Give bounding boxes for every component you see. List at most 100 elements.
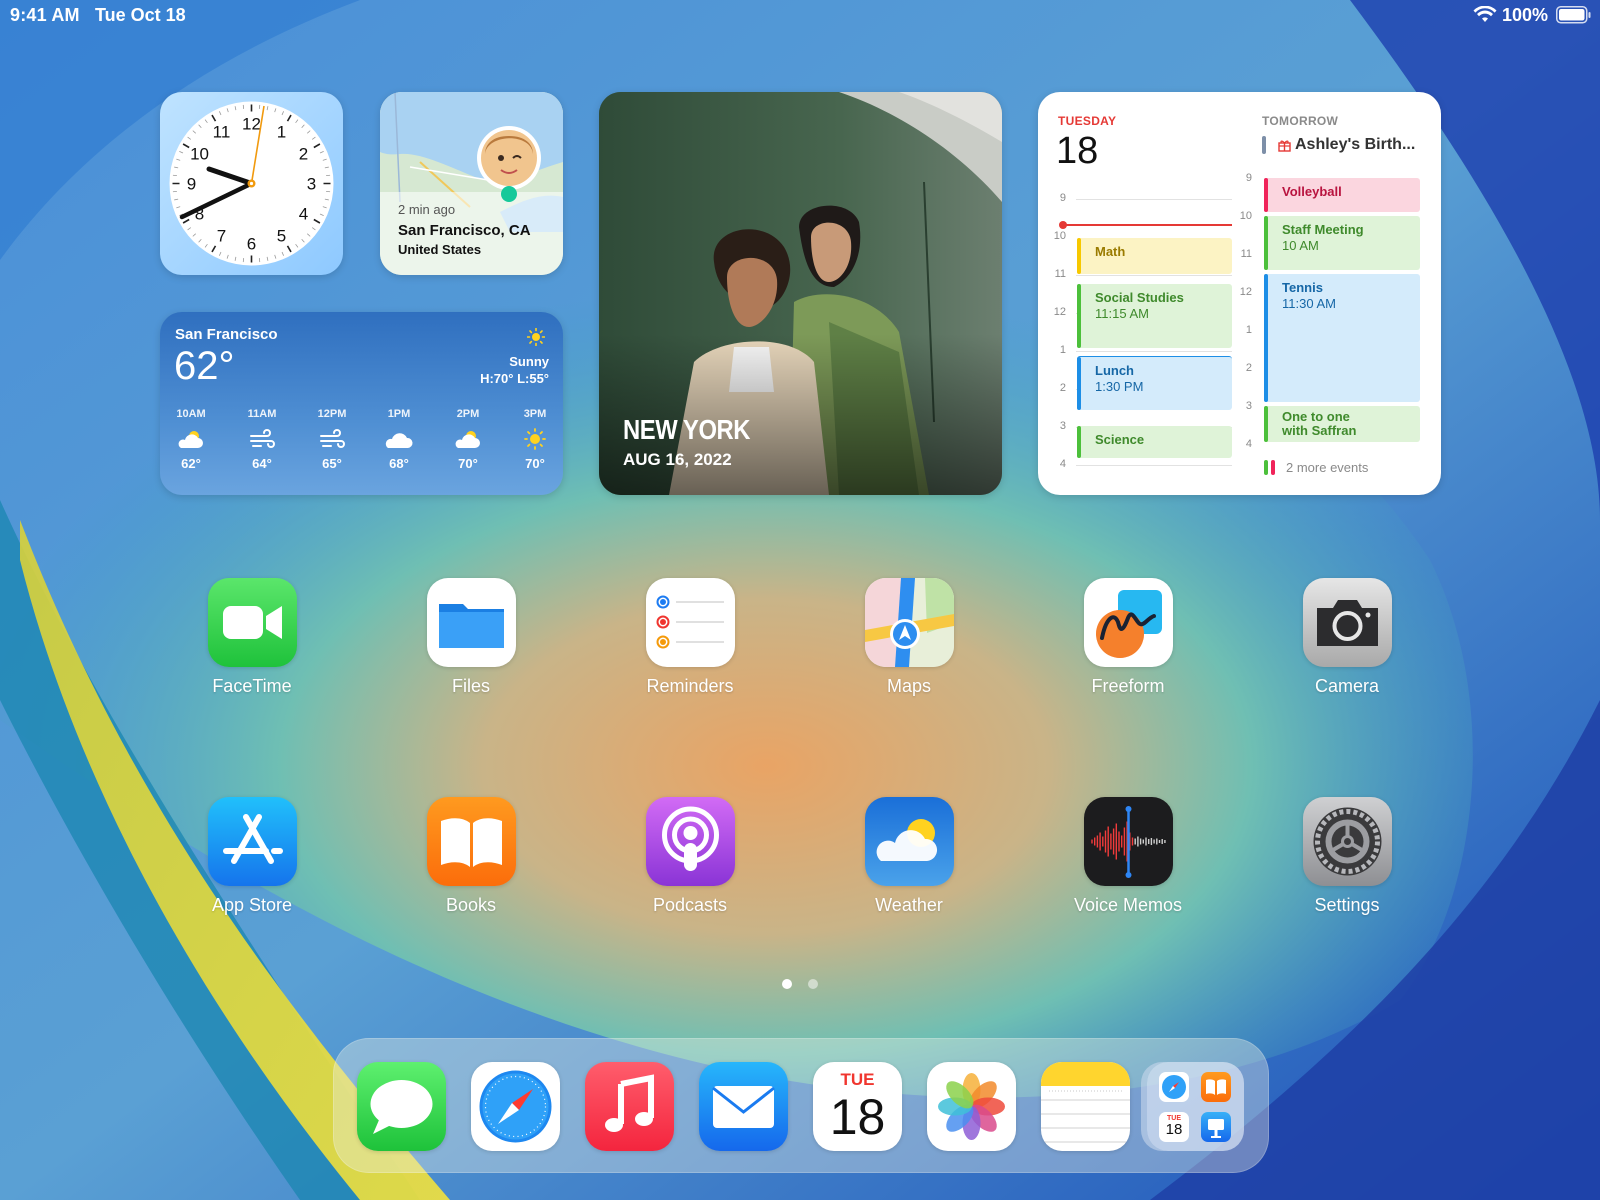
app-label: Freeform (1091, 676, 1165, 696)
weather-temperature: 62° (174, 344, 235, 388)
app-label: Maps (886, 676, 931, 696)
calendar-event[interactable]: One to one with Saffran (1264, 406, 1420, 442)
safari-icon (479, 1070, 552, 1143)
weather-high-low: H:70° L:55° (480, 371, 549, 386)
calendar-event[interactable]: Staff Meeting 10 AM (1264, 216, 1420, 270)
app-maps[interactable]: Maps (849, 578, 969, 697)
calendar-icon: TUE 18 (1159, 1112, 1189, 1142)
dock-safari[interactable] (471, 1062, 560, 1151)
calendar-event[interactable]: Science (1077, 426, 1232, 458)
hour-gridline (1076, 199, 1232, 200)
hour-label: 3 (1059, 420, 1066, 432)
weather-condition: Sunny (509, 354, 549, 369)
app-store-icon (207, 797, 297, 886)
hour-label: 10 (1053, 230, 1066, 242)
calendar-event[interactable]: Social Studies 11:15 AM (1077, 284, 1232, 348)
page-dot-active[interactable] (782, 979, 792, 989)
app-reminders[interactable]: Reminders (630, 578, 750, 697)
photo-date: AUG 16, 2022 (623, 450, 732, 469)
dock-recent-apps[interactable]: TUE 18 (1147, 1062, 1244, 1151)
battery-icon (1556, 6, 1591, 24)
books-icon (1201, 1072, 1231, 1102)
app-label: App Store (211, 895, 293, 915)
more-events-bar (1264, 460, 1268, 475)
all-day-event[interactable]: Ashley's Birth... (1295, 136, 1415, 154)
wind-icon (320, 429, 345, 448)
app-label: Books (445, 895, 497, 915)
files-icon (426, 578, 516, 667)
hour-label: 10 (1239, 210, 1252, 222)
find-my-widget[interactable]: 2 min ago San Francisco, CA United State… (380, 92, 563, 275)
last-seen-time: 2 min ago (398, 202, 456, 217)
clock-number: 10 (190, 145, 209, 164)
notes-icon (1041, 1062, 1130, 1143)
keynote-icon (1201, 1112, 1231, 1142)
clock-number: 5 (277, 226, 286, 245)
status-bar: 9:41 AM Tue Oct 18 100% (0, 0, 1600, 30)
wind-icon (250, 429, 275, 448)
calendar-app-date: 18 (829, 1089, 886, 1145)
hour-label: 1 (1245, 324, 1252, 336)
app-freeform[interactable]: Freeform (1068, 578, 1188, 697)
clock-number: 11 (213, 123, 231, 142)
app-books[interactable]: Books (411, 797, 531, 916)
dock-calendar[interactable]: TUE 18 (813, 1062, 902, 1151)
app-voice-memos[interactable]: Voice Memos (1068, 797, 1188, 916)
hour-label: 11 (1240, 248, 1252, 260)
calendar-event[interactable]: Volleyball (1264, 178, 1420, 212)
dock-messages[interactable] (357, 1062, 446, 1151)
app-podcasts[interactable]: Podcasts (630, 797, 750, 916)
dock-music[interactable] (585, 1062, 674, 1151)
cloud-icon (385, 433, 413, 448)
hour-label: 9 (1059, 192, 1066, 204)
page-dot[interactable] (808, 979, 818, 989)
app-label: Settings (1314, 895, 1380, 915)
forecast-hour: 11AM 64° (247, 408, 277, 471)
podcasts-icon (645, 797, 735, 886)
app-facetime[interactable]: FaceTime (192, 578, 312, 697)
more-events-bar (1271, 460, 1275, 475)
hour-label: 9 (1245, 172, 1252, 184)
voice-memos-icon (1083, 797, 1173, 886)
calendar-widget[interactable]: TUESDAY 18 9 10 11 12 1 2 3 4 Math Socia… (1038, 92, 1441, 495)
music-icon (605, 1074, 654, 1132)
clock-widget[interactable]: 12 1 2 3 4 5 6 7 8 9 10 11 (160, 92, 343, 275)
app-label: FaceTime (212, 676, 292, 696)
app-weather[interactable]: Weather (849, 797, 969, 916)
sun-icon (524, 428, 546, 450)
hour-label: 4 (1245, 438, 1252, 450)
forecast-hour: 3PM 70° (510, 408, 560, 471)
clock-number: 4 (299, 205, 308, 224)
calendar-event[interactable]: Tennis 11:30 AM (1264, 274, 1420, 402)
app-label: Reminders (646, 676, 734, 696)
more-events[interactable]: 2 more events (1286, 460, 1368, 475)
safari-icon (1159, 1072, 1189, 1102)
app-label: Files (451, 676, 490, 696)
hour-label: 12 (1053, 306, 1066, 318)
photos-widget[interactable]: NEW YORK AUG 16, 2022 (599, 92, 1002, 495)
weather-widget[interactable]: San Francisco 62° Sunny H:70° L:55° 10AM… (160, 312, 563, 495)
dock-mail[interactable] (699, 1062, 788, 1151)
hour-label: 1 (1059, 344, 1066, 356)
calendar-event[interactable]: Math (1077, 238, 1232, 274)
clock-number: 6 (247, 235, 256, 254)
forecast-hour: 1PM 68° (374, 408, 424, 471)
app-settings[interactable]: Settings (1287, 797, 1407, 916)
calendar-event[interactable]: Lunch 1:30 PM (1077, 356, 1232, 410)
clock-number: 7 (217, 226, 226, 245)
dock-notes[interactable] (1041, 1062, 1130, 1151)
dock-photos[interactable] (927, 1062, 1016, 1151)
app-label: Podcasts (652, 895, 728, 915)
weather-city: San Francisco (175, 326, 278, 343)
partly-sunny-icon (178, 431, 203, 448)
settings-icon (1302, 797, 1392, 886)
app-app-store[interactable]: App Store (192, 797, 312, 916)
camera-icon (1302, 578, 1392, 667)
status-time: 9:41 AM (10, 5, 80, 25)
app-label: Camera (1314, 676, 1380, 696)
hour-label: 3 (1245, 400, 1252, 412)
hour-gridline (1076, 275, 1232, 276)
app-files[interactable]: Files (411, 578, 531, 697)
current-time-line (1063, 224, 1232, 226)
app-camera[interactable]: Camera (1287, 578, 1407, 697)
